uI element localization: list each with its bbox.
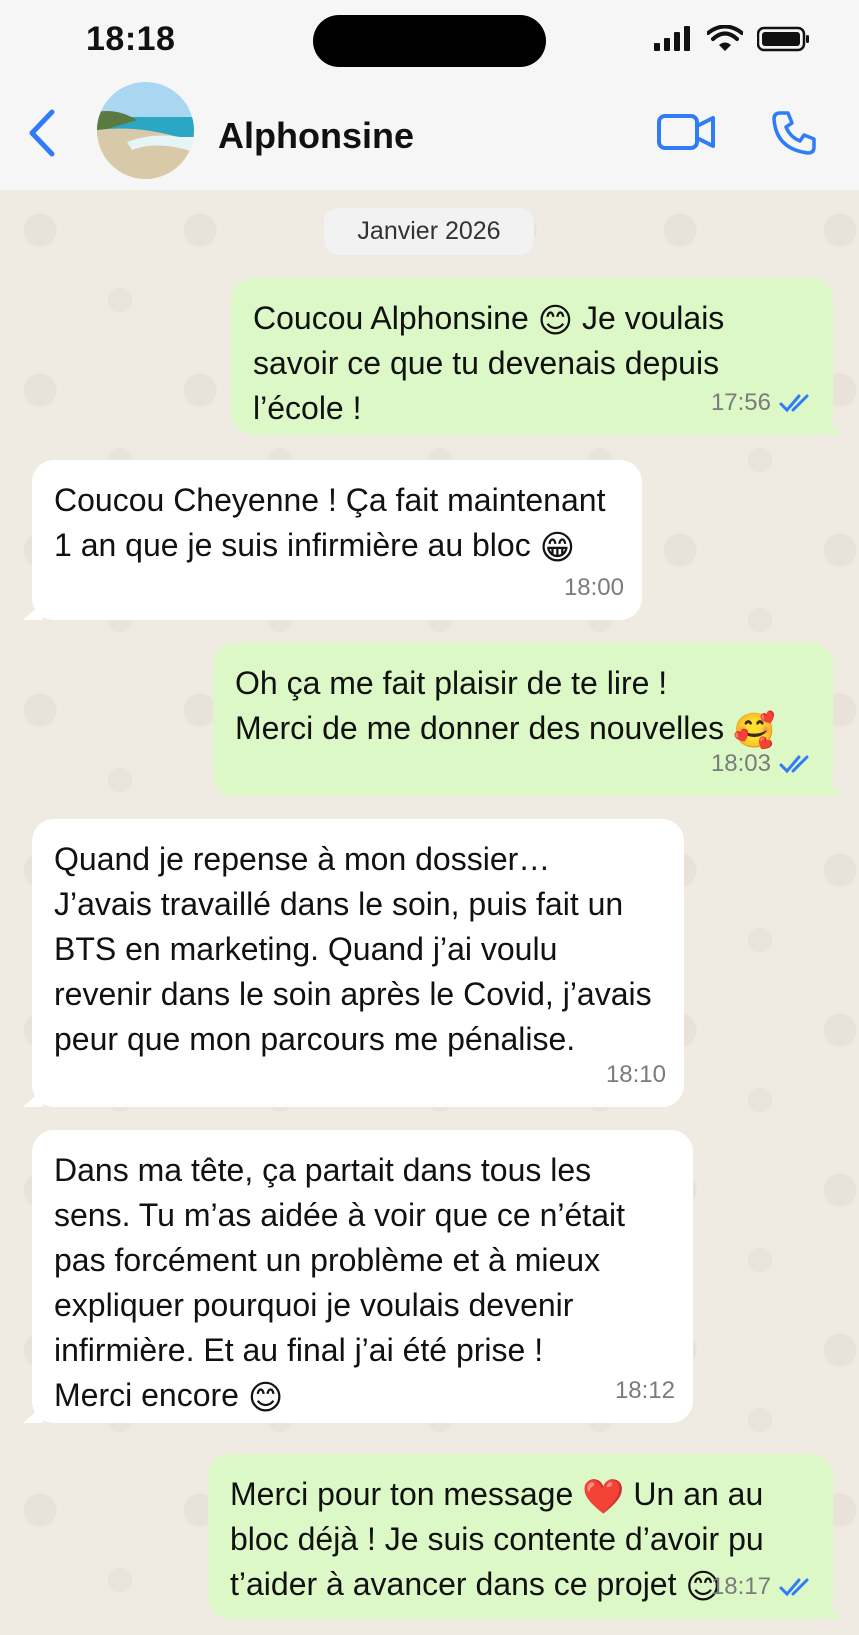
double-check-read-icon (779, 394, 809, 412)
back-chevron-icon[interactable] (24, 108, 58, 158)
chat-header: 18:18 Alphonsine (0, 0, 859, 191)
message-time: 18:10 (605, 1061, 666, 1088)
message-text: Coucou Cheyenne ! Ça fait maintenant 1 a… (54, 482, 606, 563)
status-time: 18:18 (86, 20, 176, 58)
message-time: 18:12 (614, 1377, 675, 1404)
message-time: 18:03 (710, 750, 771, 777)
smiling-emoji-icon: 😊 (247, 1378, 284, 1418)
message-text: Dans ma tête, ça partait dans tous les s… (54, 1152, 625, 1413)
message-meta: 18:10 (606, 1052, 666, 1097)
avatar[interactable] (97, 82, 194, 179)
grinning-emoji-icon: 😁 (539, 528, 576, 568)
message-meta: 17:56 (711, 380, 815, 425)
video-call-icon[interactable] (656, 111, 716, 153)
outgoing-message[interactable]: Merci pour ton message ❤️ Un an au bloc … (208, 1454, 833, 1619)
message-time: 18:17 (710, 1573, 771, 1600)
message-text: Merci pour ton message (230, 1476, 574, 1512)
cellular-signal-icon (654, 26, 690, 51)
status-icons (653, 25, 811, 53)
dynamic-island (313, 15, 546, 67)
date-badge: Janvier 2026 (324, 208, 534, 255)
double-check-read-icon (779, 755, 809, 773)
battery-icon (757, 26, 809, 52)
incoming-message[interactable]: Coucou Cheyenne ! Ça fait maintenant 1 a… (32, 460, 642, 620)
message-time: 17:56 (710, 389, 771, 416)
smiling-emoji-icon: 😊 (537, 301, 574, 341)
outgoing-message[interactable]: Coucou Alphonsine 😊 Je voulais savoir ce… (231, 278, 833, 435)
message-meta: 18:00 (564, 565, 624, 610)
message-text: Coucou Alphonsine (253, 300, 529, 336)
message-meta: 18:12 (615, 1368, 675, 1413)
message-list: Janvier 2026 Coucou Alphonsine 😊 Je voul… (0, 190, 859, 1635)
message-text: Quand je repense à mon dossier… J’avais … (54, 841, 652, 1057)
wifi-icon (707, 25, 743, 51)
contact-name[interactable]: Alphonsine (218, 115, 414, 157)
incoming-message[interactable]: Dans ma tête, ça partait dans tous les s… (32, 1130, 693, 1423)
chat-screen: 18:18 Alphonsine Janvier 2026 Coucou Alp… (0, 0, 859, 1635)
message-meta: 18:17 (711, 1564, 815, 1609)
phone-call-icon[interactable] (770, 109, 818, 157)
message-time: 18:00 (563, 574, 624, 601)
outgoing-message[interactable]: Oh ça me fait plaisir de te lire ! Merci… (213, 643, 833, 796)
message-meta: 18:03 (711, 741, 815, 786)
message-text: Oh ça me fait plaisir de te lire ! Merci… (235, 665, 725, 746)
red-heart-emoji-icon: ❤️ (582, 1477, 625, 1517)
incoming-message[interactable]: Quand je repense à mon dossier… J’avais … (32, 819, 684, 1107)
double-check-read-icon (779, 1578, 809, 1596)
